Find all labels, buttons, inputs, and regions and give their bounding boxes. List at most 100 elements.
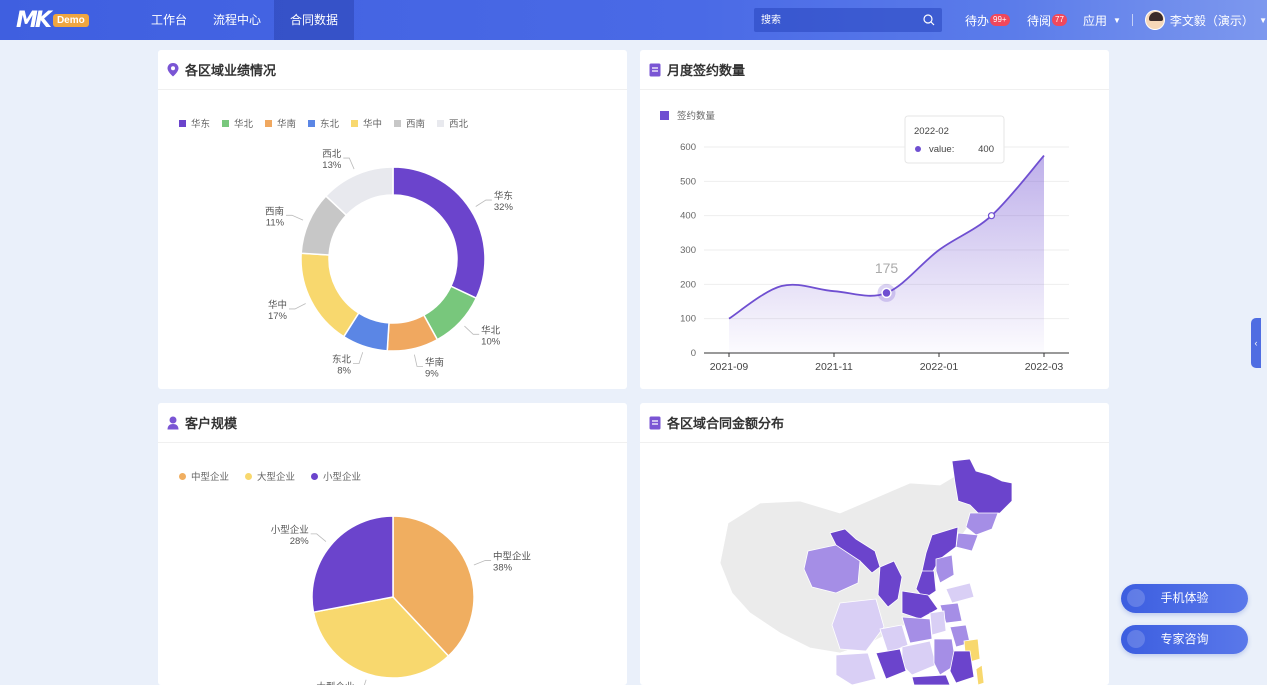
nav-item-process-center[interactable]: 流程中心 [200,0,274,40]
legend-swatch [265,120,272,127]
user-menu[interactable]: 李文毅（演示） ▼ [1145,0,1267,40]
todo-label: 待办 [965,13,990,28]
search-input[interactable] [754,8,914,32]
legend-swatch [311,473,318,480]
tooltip: 2022-02 value: 400 [904,115,1005,164]
x-tick-label: 2022-01 [920,361,959,373]
slice-label: 东北 [332,354,352,366]
legend-item[interactable]: 中型企业 [179,471,229,483]
slice-label: 小型企业 [271,524,309,536]
label-leader-line [343,157,355,170]
legend-item[interactable]: 华北 [222,118,254,130]
toread-label: 待阅 [1027,13,1052,28]
map-region-yunnan [835,652,877,685]
main-nav: 工作台 流程中心 合同数据 [138,0,355,40]
x-tick-label: 2021-09 [710,361,749,373]
legend-swatch [245,473,252,480]
data-point[interactable] [881,287,892,299]
avatar [1145,10,1165,30]
nav-item-workbench[interactable]: 工作台 [138,0,200,40]
legend-item[interactable]: 小型企业 [311,471,361,483]
chevron-left-icon: ‹ [1254,338,1258,348]
legend-label: 华中 [363,118,382,130]
legend-label: 中型企业 [191,471,229,483]
monthly-line-chart: 签约数量 0 100 200 300 400 500 600 2021-09 2021-11 202… [660,110,1069,373]
apps-menu[interactable]: 应用 ▼ [1083,0,1121,40]
header-divider [1132,14,1133,26]
map-region-sichuan [831,598,885,652]
slice-value-label: 28% [290,536,310,547]
x-tick-label: 2022-03 [1025,361,1064,373]
tooltip-key: value: [929,144,954,155]
pie-slice[interactable] [392,166,486,300]
monthly-sign-card: 月度签约数量 签约数量 0 100 200 300 400 500 600 2021-09 202… [640,50,1109,389]
card-header: 客户规模 [158,403,627,443]
map-region-guangdong [911,674,951,685]
label-leader-line [353,352,364,365]
legend-label: 大型企业 [257,471,295,483]
apps-label: 应用 [1083,13,1108,28]
slice-value-label: 11% [266,217,285,228]
expert-consult-button[interactable]: 专家咨询 [1121,625,1248,654]
slice-label: 大型企业 [316,681,354,685]
legend-swatch [351,120,358,127]
legend-item[interactable]: 西南 [394,118,425,130]
tooltip-box [904,115,1005,164]
map-region-anhui [929,610,947,636]
search-box [754,8,942,32]
map-region-guizhou [875,648,907,680]
pie-slice[interactable] [300,252,360,338]
legend-item[interactable]: 华东 [179,118,210,130]
region-contract-card: 各区域合同金额分布 [640,403,1109,685]
y-tick-label: 200 [680,279,696,290]
user-name: 李文毅（演示） [1169,13,1254,28]
todo-link[interactable]: 待办 99+ [965,0,1010,40]
slice-value-label: 38% [493,563,513,574]
area-fill [729,155,1044,353]
nav-item-contract-data[interactable]: 合同数据 [274,0,355,40]
tooltip-title: 2022-02 [914,126,949,137]
card-title: 各区域业绩情况 [185,63,277,78]
brand-logo[interactable]: MK Demo [16,7,89,33]
search-icon[interactable] [923,14,935,26]
label-leader-line [475,199,492,207]
logo-mark: MK [16,7,52,33]
label-leader-line [286,214,304,221]
pie-slice[interactable] [311,515,394,614]
label-leader-line [464,325,480,335]
toread-link[interactable]: 待阅 77 [1027,0,1067,40]
card-title: 月度签约数量 [667,63,746,78]
slice-value-label: 10% [481,336,501,347]
mobile-experience-button[interactable]: 手机体验 [1121,584,1248,613]
todo-count-badge: 99+ [990,14,1010,26]
side-collapse-tab[interactable]: ‹ [1251,318,1261,368]
legend-item[interactable]: 签约数量 [660,110,716,122]
customer-pie-chart: 中型企业大型企业小型企业中型企业38%大型企业34%小型企业28% [179,471,531,685]
slice-value-label: 9% [425,368,439,379]
card-title: 客户规模 [185,416,238,431]
x-tick-label: 2021-11 [815,361,853,373]
map-region-jilin [965,512,999,536]
legend-item[interactable]: 西北 [437,119,469,130]
legend-label: 小型企业 [323,471,361,483]
document-icon [649,416,661,429]
legend-label: 西南 [406,118,425,130]
legend-swatch [179,120,186,127]
slice-label: 华南 [425,356,444,368]
label-leader-line [413,354,423,367]
region-performance-card: 各区域业绩情况 华东 华北 华南 东北 华中 西南 西北 华东 32% 华北 10% 华南 9% 东北 8%… [158,50,627,389]
slice-label: 中型企业 [493,551,531,563]
toread-count-badge: 77 [1052,14,1067,26]
legend-item[interactable]: 大型企业 [245,471,295,483]
document-icon [649,63,661,76]
legend-item[interactable]: 华中 [351,118,382,130]
tooltip-swatch [915,146,921,152]
legend-item[interactable]: 华南 [265,118,296,130]
card-title: 各区域合同金额分布 [667,416,785,431]
label-leader-line [473,560,492,566]
legend-label: 华南 [277,118,296,130]
y-tick-label: 0 [691,348,696,359]
legend-item[interactable]: 东北 [308,118,340,130]
data-point[interactable] [987,212,996,220]
card-header: 各区域业绩情况 [158,50,627,90]
